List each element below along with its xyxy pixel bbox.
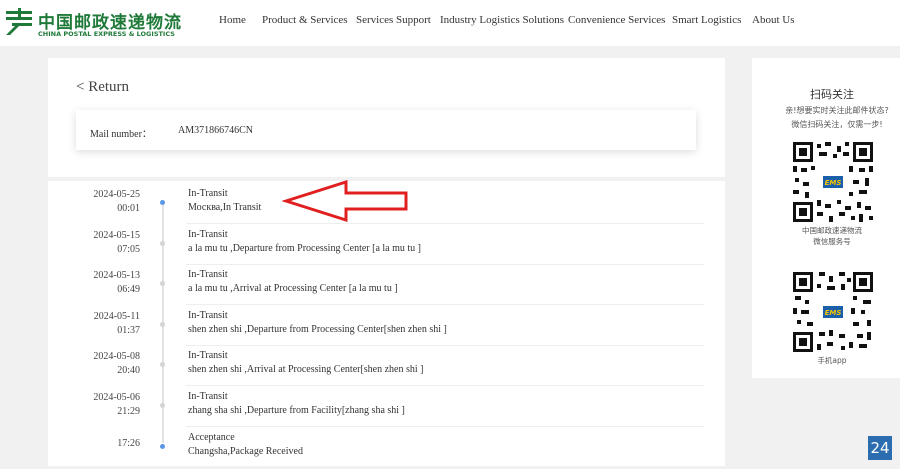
mail-number-value: AM371866746CN	[178, 125, 254, 136]
row-divider	[186, 385, 704, 386]
app-qr-code: EMS	[793, 272, 873, 352]
event-time: 07:05	[117, 244, 140, 255]
event-date: 2024-05-13	[93, 270, 140, 281]
timeline-dot	[160, 241, 165, 246]
event-status: In-Transit	[188, 188, 228, 199]
event-date: 2024-05-08	[93, 351, 140, 362]
qr-desc-line: 亲!想要实时关注此邮件状态?	[785, 106, 889, 115]
nav-industry-logistics[interactable]: Industry Logistics Solutions	[440, 14, 564, 26]
event-time: 20:40	[117, 365, 140, 376]
event-date: 2024-05-06	[93, 392, 140, 403]
red-arrow-annotation-icon	[282, 180, 408, 222]
event-time: 00:01	[117, 203, 140, 214]
event-status: In-Transit	[188, 350, 228, 361]
qr-follow-panel: 扫码关注 亲!想要实时关注此邮件状态? 微信扫码关注，仅需一步! EMS 中国邮…	[752, 58, 900, 378]
return-link[interactable]: < Return	[76, 79, 129, 96]
nav-product-services[interactable]: Product & Services	[262, 14, 348, 26]
qr-caption-line: 微信服务号	[813, 237, 851, 246]
qr-caption: 手机app	[817, 356, 847, 365]
top-header: 中国邮政速递物流 CHINA POSTAL EXPRESS & LOGISTIC…	[0, 0, 900, 46]
mail-number-card: Mail number： AM371866746CN	[76, 110, 696, 150]
event-time: 01:37	[117, 325, 140, 336]
event-description: a la mu tu ,Departure from Processing Ce…	[188, 243, 421, 254]
qr-caption-line: 中国邮政速递物流	[802, 226, 862, 235]
qr-desc-line: 微信扫码关注，仅需一步!	[791, 120, 883, 129]
china-post-logo[interactable]: 中国邮政速递物流 CHINA POSTAL EXPRESS & LOGISTIC…	[4, 6, 184, 40]
event-date: 2024-05-11	[93, 311, 140, 322]
event-description: shen zhen shi ,Departure from Processing…	[188, 324, 447, 335]
nav-home[interactable]: Home	[219, 14, 246, 26]
timeline-event: 2024-05-08 20:40 In-Transit shen zhen sh…	[48, 348, 725, 388]
qr-badge: EMS	[825, 179, 842, 187]
timeline-event: 2024-05-13 06:49 In-Transit a la mu tu ,…	[48, 267, 725, 307]
event-description: Changsha,Package Received	[188, 446, 303, 457]
event-description: zhang sha shi ,Departure from Facility[z…	[188, 405, 405, 416]
tracking-panel: < Return Mail number： AM371866746CN 2024…	[48, 58, 725, 466]
event-date: 2024-05-25	[93, 189, 140, 200]
event-time: 06:49	[117, 284, 140, 295]
timeline-dot	[160, 322, 165, 327]
event-description: a la mu tu ,Arrival at Processing Center…	[188, 283, 398, 294]
event-status: Acceptance	[188, 432, 235, 443]
logo-english-text: CHINA POSTAL EXPRESS & LOGISTICS	[38, 30, 175, 38]
timeline-dot	[160, 444, 165, 449]
timeline-event: 17:26 Acceptance Changsha,Package Receiv…	[48, 430, 725, 466]
qr-code-icon: EMS	[793, 142, 873, 222]
qr-badge: EMS	[825, 309, 842, 317]
timeline-event: 2024-05-06 21:29 In-Transit zhang sha sh…	[48, 389, 725, 429]
timeline-dot	[160, 403, 165, 408]
timeline-dot	[160, 281, 165, 286]
qr-panel-description: 亲!想要实时关注此邮件状态? 微信扫码关注，仅需一步!	[752, 104, 900, 132]
qr-panel-title: 扫码关注	[810, 88, 854, 101]
wechat-qr-code: EMS	[793, 142, 873, 222]
mail-number-label: Mail number：	[90, 129, 152, 140]
event-status: In-Transit	[188, 229, 228, 240]
nav-about-us[interactable]: About Us	[752, 14, 794, 26]
event-status: In-Transit	[188, 310, 228, 321]
timeline-event: 2024-05-15 07:05 In-Transit a la mu tu ,…	[48, 227, 725, 267]
event-time: 21:29	[117, 406, 140, 417]
row-divider	[186, 264, 704, 265]
event-time: 17:26	[117, 438, 140, 449]
floating-24-button[interactable]: 24	[868, 436, 892, 460]
timeline-dot	[160, 200, 165, 205]
event-description: shen zhen shi ,Arrival at Processing Cen…	[188, 364, 424, 375]
row-divider	[186, 345, 704, 346]
qr-code-icon: EMS	[793, 272, 873, 352]
nav-smart-logistics[interactable]: Smart Logistics	[672, 14, 741, 26]
timeline-event: 2024-05-11 01:37 In-Transit shen zhen sh…	[48, 308, 725, 348]
event-status: In-Transit	[188, 391, 228, 402]
row-divider	[186, 426, 704, 427]
event-date: 2024-05-15	[93, 230, 140, 241]
event-status: In-Transit	[188, 269, 228, 280]
row-divider	[186, 223, 704, 224]
nav-services-support[interactable]: Services Support	[356, 14, 431, 26]
timeline-dot	[160, 362, 165, 367]
qr-caption: 中国邮政速递物流 微信服务号	[752, 225, 900, 247]
nav-convenience-services[interactable]: Convenience Services	[568, 14, 665, 26]
row-divider	[186, 304, 704, 305]
event-description: Москва,In Transit	[188, 202, 262, 213]
china-post-emblem-icon	[6, 8, 32, 35]
